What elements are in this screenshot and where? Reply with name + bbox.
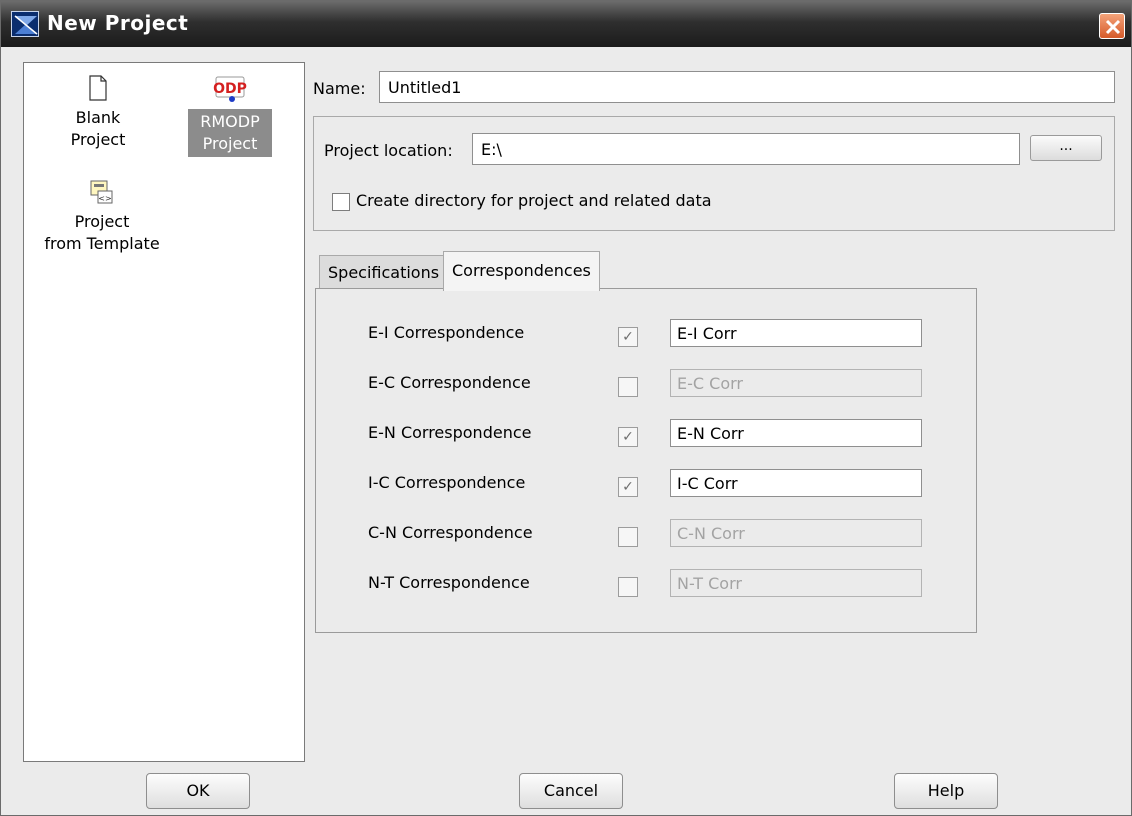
template-project-label-1: Project: [74, 212, 130, 231]
correspondence-name-input: [670, 369, 922, 397]
project-type-rmodp[interactable]: ODP RMODP Project: [188, 75, 272, 157]
correspondence-row: C-N Correspondence: [316, 517, 976, 557]
correspondence-checkbox[interactable]: [618, 527, 638, 547]
correspondence-label: I-C Correspondence: [368, 473, 526, 492]
project-location-group: Project location: ... Create directory f…: [313, 116, 1115, 231]
correspondence-row: E-I Correspondence ✓: [316, 317, 976, 357]
project-location-label: Project location:: [324, 141, 453, 160]
ok-button[interactable]: OK: [146, 773, 250, 809]
correspondence-checkbox[interactable]: ✓: [618, 477, 638, 497]
create-directory-label: Create directory for project and related…: [356, 191, 712, 210]
correspondence-row: N-T Correspondence: [316, 567, 976, 607]
correspondence-checkbox[interactable]: ✓: [618, 427, 638, 447]
correspondence-name-input: [670, 519, 922, 547]
correspondence-row: E-N Correspondence ✓: [316, 417, 976, 457]
correspondence-label: E-N Correspondence: [368, 423, 532, 442]
odp-icon: ODP: [213, 76, 247, 102]
blank-page-icon: [89, 75, 107, 101]
correspondence-name-input[interactable]: [670, 419, 922, 447]
correspondences-panel: E-I Correspondence ✓ E-C Correspondence …: [315, 288, 977, 633]
rmodp-project-label-2: Project: [202, 134, 258, 153]
new-project-dialog: New Project Blank Project ODP RMODP Proj…: [0, 0, 1132, 816]
template-project-label-2: from Template: [44, 234, 160, 253]
window-title: New Project: [47, 11, 189, 35]
correspondence-label: C-N Correspondence: [368, 523, 533, 542]
app-icon: [11, 11, 39, 37]
close-icon: [1105, 19, 1121, 35]
name-input[interactable]: [379, 71, 1115, 103]
correspondence-name-input: [670, 569, 922, 597]
correspondence-checkbox[interactable]: [618, 577, 638, 597]
correspondence-label: N-T Correspondence: [368, 573, 530, 592]
rmodp-project-label-1: RMODP: [200, 112, 260, 131]
template-icon: <>: [90, 180, 113, 204]
svg-text:<>: <>: [98, 194, 111, 203]
create-directory-checkbox[interactable]: [332, 193, 350, 211]
close-button[interactable]: [1099, 13, 1125, 39]
title-bar[interactable]: New Project: [1, 1, 1131, 47]
correspondence-name-input[interactable]: [670, 469, 922, 497]
correspondence-label: E-I Correspondence: [368, 323, 525, 342]
help-button[interactable]: Help: [894, 773, 998, 809]
correspondence-checkbox[interactable]: [618, 377, 638, 397]
tab-specifications[interactable]: Specifications: [319, 255, 449, 289]
project-type-blank[interactable]: Blank Project: [58, 75, 138, 151]
blank-project-label-2: Project: [70, 130, 126, 149]
correspondence-name-input[interactable]: [670, 319, 922, 347]
cancel-button[interactable]: Cancel: [519, 773, 623, 809]
odp-icon-text: ODP: [213, 81, 247, 97]
project-type-template[interactable]: <> Project from Template: [38, 179, 166, 255]
correspondence-label: E-C Correspondence: [368, 373, 531, 392]
name-label: Name:: [313, 79, 366, 98]
tab-correspondences[interactable]: Correspondences: [443, 251, 600, 291]
project-location-input[interactable]: [472, 133, 1020, 165]
correspondence-row: E-C Correspondence: [316, 367, 976, 407]
project-type-list: Blank Project ODP RMODP Project <> Proje…: [23, 62, 305, 762]
blank-project-label-1: Blank: [75, 108, 121, 127]
correspondence-checkbox[interactable]: ✓: [618, 327, 638, 347]
browse-button[interactable]: ...: [1030, 135, 1102, 161]
correspondence-row: I-C Correspondence ✓: [316, 467, 976, 507]
